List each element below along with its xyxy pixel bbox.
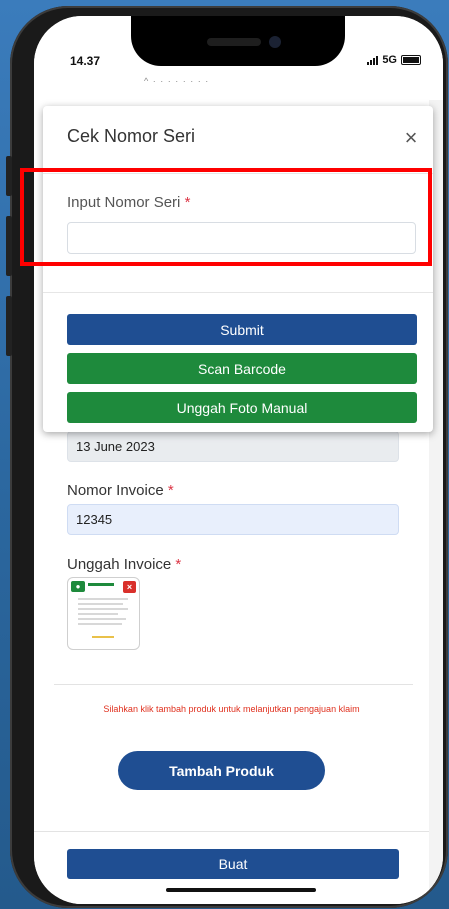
info-message: Silahkan klik tambah produk untuk melanj… [103, 704, 360, 714]
upload-invoice-label: Unggah Invoice * [67, 556, 182, 573]
url-hint: ^ · · · · · · · · [144, 76, 210, 86]
speaker [207, 38, 261, 46]
signal-icon [367, 55, 379, 65]
divider [34, 831, 429, 832]
delete-icon[interactable]: × [123, 581, 136, 593]
notch [131, 16, 345, 66]
submit-button[interactable]: Submit [67, 314, 417, 345]
user-icon: ● [71, 581, 85, 592]
invoice-number-input[interactable]: 12345 [67, 504, 399, 535]
date-value: 13 June 2023 [76, 439, 155, 454]
status-indicators: 5G [367, 54, 421, 66]
volume-button [6, 156, 12, 196]
create-button[interactable]: Buat [67, 849, 399, 879]
divider [54, 684, 413, 685]
status-time: 14.37 [70, 54, 101, 68]
scan-barcode-button[interactable]: Scan Barcode [67, 353, 417, 384]
highlight-box [20, 168, 432, 266]
date-field[interactable]: 13 June 2023 [67, 431, 399, 462]
volume-button [6, 296, 12, 356]
upload-photo-button[interactable]: Unggah Foto Manual [67, 392, 417, 423]
invoice-label: Nomor Invoice * [67, 482, 174, 499]
volume-button [6, 216, 12, 276]
invoice-value: 12345 [76, 512, 113, 527]
modal-title: Cek Nomor Seri [67, 126, 196, 146]
serial-check-modal: Cek Nomor Seri × Input Nomor Seri * Subm… [43, 106, 433, 432]
network-type: 5G [382, 54, 397, 66]
phone-screen: 14.37 5G ^ · · · · · · · · 13 June 2023 … [34, 16, 443, 904]
invoice-thumbnail[interactable]: ● × [67, 577, 140, 650]
home-indicator[interactable] [166, 888, 316, 892]
close-icon[interactable]: × [401, 127, 421, 149]
status-bar: 14.37 5G ^ · · · · · · · · [34, 16, 443, 86]
battery-icon [401, 55, 421, 65]
add-product-button[interactable]: Tambah Produk [118, 751, 325, 790]
phone-frame: 14.37 5G ^ · · · · · · · · 13 June 2023 … [6, 6, 448, 908]
divider [43, 292, 433, 293]
camera-icon [269, 36, 281, 48]
